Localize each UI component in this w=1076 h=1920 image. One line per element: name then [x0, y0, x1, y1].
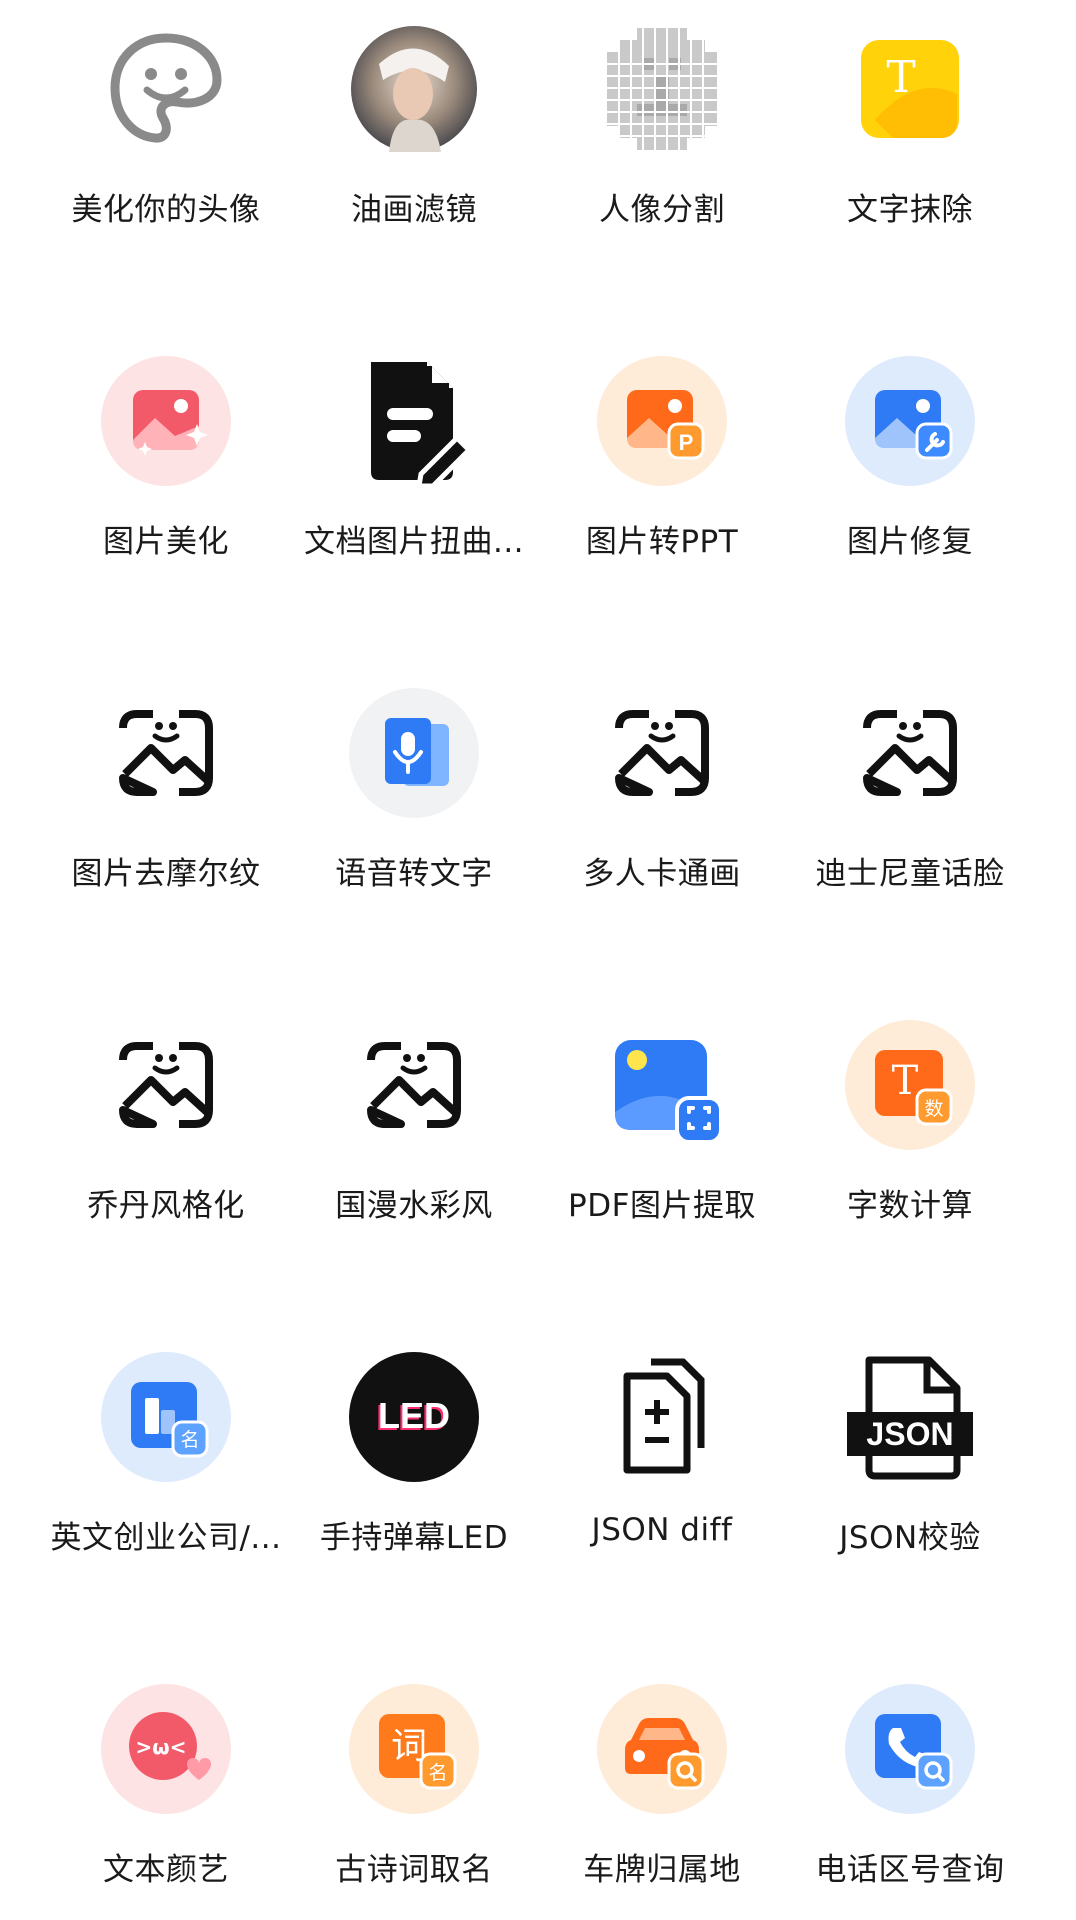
tool-label: 国漫水彩风 — [335, 1188, 493, 1224]
tool-handheld-led[interactable]: LED LED 手持弹幕LED — [290, 1328, 538, 1628]
tool-label: 迪士尼童话脸 — [815, 856, 1005, 892]
image-smile-icon — [845, 688, 975, 818]
tool-image-to-ppt[interactable]: P 图片转PPT — [538, 332, 786, 632]
svg-text:JSON: JSON — [866, 1416, 953, 1452]
image-smile-icon — [597, 688, 727, 818]
smiley-face-icon — [101, 24, 231, 154]
tool-company-name[interactable]: 名 英文创业公司/... — [42, 1328, 290, 1628]
poem-name-icon: 词 名 — [349, 1684, 479, 1814]
svg-text:T: T — [886, 52, 915, 103]
tool-disney-face[interactable]: 迪士尼童话脸 — [786, 664, 1034, 964]
tool-guoman-watercolor[interactable]: 国漫水彩风 — [290, 996, 538, 1296]
tool-image-repair[interactable]: 图片修复 — [786, 332, 1034, 632]
tool-image-beautify[interactable]: 图片美化 — [42, 332, 290, 632]
tool-portrait-segmentation[interactable]: 人像分割 — [538, 0, 786, 300]
document-edit-icon — [349, 356, 479, 486]
tool-label: 语音转文字 — [335, 856, 493, 892]
tool-multi-cartoon[interactable]: 多人卡通画 — [538, 664, 786, 964]
tool-label: 多人卡通画 — [583, 856, 741, 892]
tool-label: 图片美化 — [103, 524, 229, 560]
tool-label: 手持弹幕LED — [319, 1520, 509, 1556]
voice-to-text-icon — [349, 688, 479, 818]
tool-label: JSON diff — [591, 1512, 733, 1548]
pixelated-portrait-icon — [597, 24, 727, 154]
svg-text:名: 名 — [180, 1429, 199, 1451]
tool-label: 英文创业公司/... — [50, 1520, 282, 1556]
image-to-ppt-icon: P — [597, 356, 727, 486]
led-icon: LED LED — [349, 1352, 479, 1482]
svg-text:名: 名 — [428, 1762, 447, 1784]
pdf-image-extract-icon — [597, 1020, 727, 1150]
tool-pdf-image-extract[interactable]: PDF图片提取 — [538, 996, 786, 1296]
tool-json-validate[interactable]: JSON JSON校验 — [786, 1328, 1034, 1628]
tool-phone-area-code[interactable]: 电话区号查询 — [786, 1660, 1034, 1920]
tool-label: 车牌归属地 — [583, 1852, 741, 1888]
image-repair-icon — [845, 356, 975, 486]
word-count-icon: T 数 — [845, 1020, 975, 1150]
tool-label: 图片修复 — [847, 524, 973, 560]
tool-label: 美化你的头像 — [71, 192, 261, 228]
svg-text:数: 数 — [924, 1098, 943, 1120]
svg-text:LED: LED — [378, 1395, 450, 1436]
tool-document-dewarp[interactable]: 文档图片扭曲... — [290, 332, 538, 632]
tool-json-diff[interactable]: JSON diff — [538, 1328, 786, 1628]
car-plate-search-icon — [597, 1684, 727, 1814]
phone-search-icon — [845, 1684, 975, 1814]
svg-text:P: P — [679, 430, 694, 455]
tool-word-count[interactable]: T 数 字数计算 — [786, 996, 1034, 1296]
tool-label: 文档图片扭曲... — [303, 524, 525, 560]
tool-label: 图片转PPT — [585, 524, 739, 560]
tool-image-moire-removal[interactable]: 图片去摩尔纹 — [42, 664, 290, 964]
tool-poem-naming[interactable]: 词 名 古诗词取名 — [290, 1660, 538, 1920]
svg-text:T: T — [892, 1058, 919, 1104]
tool-label: 乔丹风格化 — [87, 1188, 245, 1224]
tool-label: 古诗词取名 — [335, 1852, 493, 1888]
tool-oil-painting[interactable]: 油画滤镜 — [290, 0, 538, 300]
image-beautify-icon — [101, 356, 231, 486]
tool-label: 电话区号查询 — [815, 1852, 1005, 1888]
tool-label: JSON校验 — [839, 1520, 981, 1556]
tool-license-plate-location[interactable]: 车牌归属地 — [538, 1660, 786, 1920]
kaomoji-icon: >ω< — [101, 1684, 231, 1814]
text-erase-icon: T — [845, 24, 975, 154]
json-file-icon: JSON — [845, 1352, 975, 1482]
tool-text-erase[interactable]: T 文字抹除 — [786, 0, 1034, 300]
oil-painting-portrait-icon — [349, 24, 479, 154]
tool-label: 图片去摩尔纹 — [71, 856, 261, 892]
file-diff-icon — [597, 1352, 727, 1482]
tool-voice-to-text[interactable]: 语音转文字 — [290, 664, 538, 964]
tool-grid: 美化你的头像 油画滤镜 人像分割 T 文字抹除 图片美化 文档图片扭曲... P… — [0, 0, 1076, 1920]
tool-label: 人像分割 — [599, 192, 725, 228]
image-smile-icon — [101, 1020, 231, 1150]
image-smile-icon — [349, 1020, 479, 1150]
tool-jordan-style[interactable]: 乔丹风格化 — [42, 996, 290, 1296]
svg-text:>ω<: >ω< — [136, 1735, 187, 1759]
tool-text-kaomoji[interactable]: >ω< 文本颜艺 — [42, 1660, 290, 1920]
tool-label: 文字抹除 — [847, 192, 973, 228]
image-smile-icon — [101, 688, 231, 818]
tool-beautify-avatar[interactable]: 美化你的头像 — [42, 0, 290, 300]
tool-label: 字数计算 — [847, 1188, 973, 1224]
tool-label: PDF图片提取 — [568, 1188, 756, 1224]
tool-label: 文本颜艺 — [103, 1852, 229, 1888]
tool-label: 油画滤镜 — [351, 192, 477, 228]
company-name-icon: 名 — [101, 1352, 231, 1482]
